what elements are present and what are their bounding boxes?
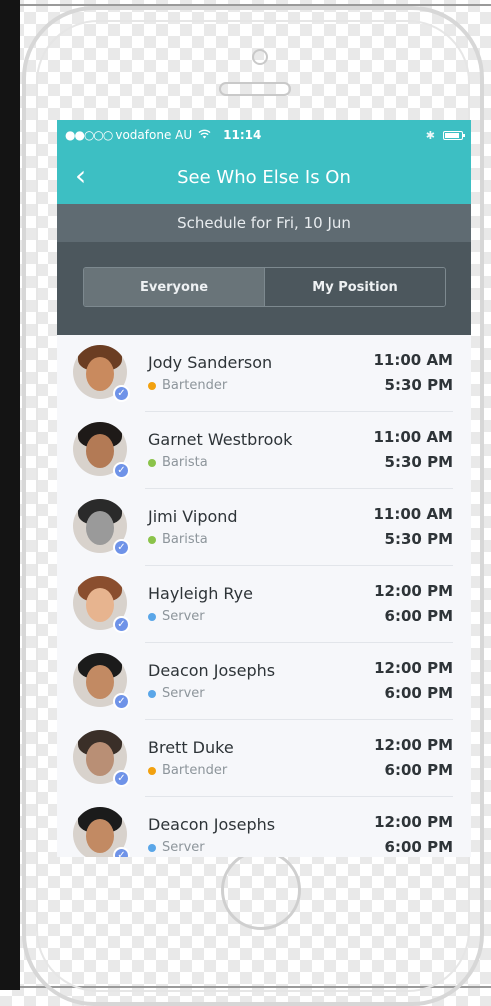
position-label: Server — [162, 840, 205, 855]
status-bar: ●●○○○ vodafone AU 11:14 ✱ — [57, 120, 471, 150]
shift-start-time: 12:00 PM — [374, 582, 453, 600]
home-button[interactable] — [221, 850, 301, 930]
position-label: Bartender — [162, 763, 228, 778]
shift-end-time: 6:00 PM — [384, 684, 453, 702]
battery-level — [445, 132, 459, 138]
staff-name: Hayleigh Rye — [148, 584, 253, 603]
signal-strength-icon: ●●○○○ — [65, 128, 113, 142]
staff-name: Deacon Josephs — [148, 815, 276, 834]
staff-position: Server — [148, 609, 205, 624]
staff-position: Bartender — [148, 763, 227, 778]
staff-row[interactable]: ✓ Deacon Josephs Server 12:00 PM 6:00 PM — [57, 643, 471, 720]
staff-position: Server — [148, 840, 205, 855]
front-camera-icon — [252, 49, 268, 65]
filter-my-position-tab[interactable]: My Position — [264, 268, 445, 306]
staff-row[interactable]: ✓ Garnet Westbrook Barista 11:00 AM 5:30 PM — [57, 412, 471, 489]
verified-check-icon: ✓ — [113, 770, 130, 787]
shift-end-time: 5:30 PM — [384, 530, 453, 548]
position-color-dot — [148, 843, 156, 852]
position-color-dot — [148, 766, 156, 775]
avatar-face — [86, 742, 114, 776]
shift-end-time: 5:30 PM — [384, 376, 453, 394]
verified-check-icon: ✓ — [113, 539, 130, 556]
staff-position: Barista — [148, 455, 208, 470]
staff-list: ✓ Jody Sanderson Bartender 11:00 AM 5:30 PM ✓… — [57, 335, 471, 857]
position-label: Barista — [162, 532, 208, 547]
schedule-date-label: Schedule for Fri, 10 Jun — [57, 204, 471, 242]
filter-everyone-tab[interactable]: Everyone — [84, 268, 264, 306]
navigation-bar: ‹ See Who Else Is On — [57, 150, 471, 204]
position-color-dot — [148, 458, 156, 467]
shift-end-time: 5:30 PM — [384, 453, 453, 471]
filter-area: Everyone My Position — [57, 242, 471, 335]
status-right-group: ✱ — [425, 128, 465, 142]
position-filter-segmented-control: Everyone My Position — [83, 267, 446, 307]
staff-name: Brett Duke — [148, 738, 234, 757]
position-label: Server — [162, 686, 205, 701]
battery-icon — [443, 130, 465, 140]
shift-start-time: 11:00 AM — [373, 351, 453, 369]
shift-start-time: 12:00 PM — [374, 813, 453, 831]
staff-row[interactable]: ✓ Jimi Vipond Barista 11:00 AM 5:30 PM — [57, 489, 471, 566]
shift-start-time: 11:00 AM — [373, 505, 453, 523]
staff-row[interactable]: ✓ Deacon Josephs Server 12:00 PM 6:00 PM — [57, 797, 471, 857]
shift-start-time: 12:00 PM — [374, 736, 453, 754]
avatar-face — [86, 357, 114, 391]
staff-name: Garnet Westbrook — [148, 430, 293, 449]
position-color-dot — [148, 535, 156, 544]
left-edge-bar — [0, 0, 20, 990]
position-color-dot — [148, 612, 156, 621]
staff-name: Jody Sanderson — [148, 353, 273, 372]
staff-name: Jimi Vipond — [148, 507, 238, 526]
verified-check-icon: ✓ — [113, 847, 130, 857]
staff-position: Barista — [148, 532, 208, 547]
avatar-face — [86, 511, 114, 545]
verified-check-icon: ✓ — [113, 616, 130, 633]
back-chevron-icon[interactable]: ‹ — [75, 162, 86, 190]
position-label: Bartender — [162, 378, 228, 393]
avatar-face — [86, 434, 114, 468]
verified-check-icon: ✓ — [113, 385, 130, 402]
page-title: See Who Else Is On — [177, 166, 351, 188]
bluetooth-icon: ✱ — [425, 128, 435, 142]
verified-check-icon: ✓ — [113, 693, 130, 710]
wifi-icon — [198, 128, 211, 143]
status-time: 11:14 — [223, 128, 262, 142]
app-screen: ●●○○○ vodafone AU 11:14 ✱ ‹ See Who Else… — [57, 120, 471, 857]
speaker-grill-icon — [219, 82, 291, 96]
shift-end-time: 6:00 PM — [384, 838, 453, 856]
position-label: Server — [162, 609, 205, 624]
verified-check-icon: ✓ — [113, 462, 130, 479]
shift-end-time: 6:00 PM — [384, 607, 453, 625]
avatar-face — [86, 819, 114, 853]
staff-row[interactable]: ✓ Jody Sanderson Bartender 11:00 AM 5:30 PM — [57, 335, 471, 412]
shift-end-time: 6:00 PM — [384, 761, 453, 779]
carrier-name: vodafone AU — [115, 128, 193, 142]
position-color-dot — [148, 381, 156, 390]
shift-start-time: 11:00 AM — [373, 428, 453, 446]
staff-row[interactable]: ✓ Hayleigh Rye Server 12:00 PM 6:00 PM — [57, 566, 471, 643]
staff-position: Bartender — [148, 378, 227, 393]
position-color-dot — [148, 689, 156, 698]
avatar-face — [86, 588, 114, 622]
staff-name: Deacon Josephs — [148, 661, 276, 680]
shift-start-time: 12:00 PM — [374, 659, 453, 677]
position-label: Barista — [162, 455, 208, 470]
staff-row[interactable]: ✓ Brett Duke Bartender 12:00 PM 6:00 PM — [57, 720, 471, 797]
avatar-face — [86, 665, 114, 699]
staff-position: Server — [148, 686, 205, 701]
